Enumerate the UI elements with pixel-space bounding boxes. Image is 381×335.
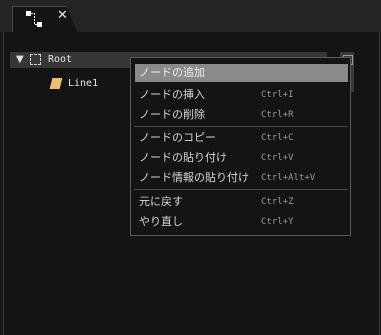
line-object-icon <box>49 78 63 89</box>
menu-item-shortcut: Ctrl+I <box>261 90 294 100</box>
menu-item-paste-node-info[interactable]: ノード情報の貼り付け Ctrl+Alt+V <box>135 169 348 187</box>
menu-item-copy-node[interactable]: ノードのコピー Ctrl+C <box>135 129 348 147</box>
dashed-square-icon <box>30 54 41 65</box>
menu-separator <box>134 189 348 190</box>
node-graph-icon <box>26 11 42 27</box>
menu-item-label: ノードの挿入 <box>139 88 205 101</box>
menu-item-label: 元に戻す <box>139 195 183 208</box>
tree-row-root-label: Root <box>48 54 73 65</box>
menu-item-undo[interactable]: 元に戻す Ctrl+Z <box>135 193 348 211</box>
menu-item-shortcut: Ctrl+Alt+V <box>261 173 316 183</box>
menu-item-add-node[interactable]: ノードの追加 <box>135 64 348 82</box>
menu-item-label: ノードのコピー <box>139 131 216 144</box>
tree-row-line1-label: Line1 <box>68 78 99 89</box>
menu-item-redo[interactable]: やり直し Ctrl+Y <box>135 213 348 231</box>
expand-arrow-icon[interactable]: ▼ <box>16 52 24 68</box>
close-icon[interactable]: ✕ <box>57 8 68 24</box>
menu-item-shortcut: Ctrl+Z <box>261 197 294 207</box>
menu-item-label: やり直し <box>139 215 183 228</box>
menu-item-shortcut: Ctrl+Y <box>261 217 294 227</box>
menu-separator <box>134 126 348 127</box>
menu-item-paste-node[interactable]: ノードの貼り付け Ctrl+V <box>135 149 348 167</box>
menu-item-shortcut: Ctrl+C <box>261 133 294 143</box>
menu-item-label: ノードの削除 <box>139 108 205 121</box>
menu-item-label: ノード情報の貼り付け <box>139 171 249 184</box>
context-menu: ノードの追加 ノードの挿入 Ctrl+I ノードの削除 Ctrl+R ノードのコ… <box>130 57 351 236</box>
menu-item-shortcut: Ctrl+V <box>261 153 294 163</box>
menu-item-label: ノードの追加 <box>139 66 205 79</box>
menu-item-insert-node[interactable]: ノードの挿入 Ctrl+I <box>135 86 348 104</box>
menu-item-shortcut: Ctrl+R <box>261 110 294 120</box>
menu-item-delete-node[interactable]: ノードの削除 Ctrl+R <box>135 106 348 124</box>
menu-item-label: ノードの貼り付け <box>139 151 227 164</box>
